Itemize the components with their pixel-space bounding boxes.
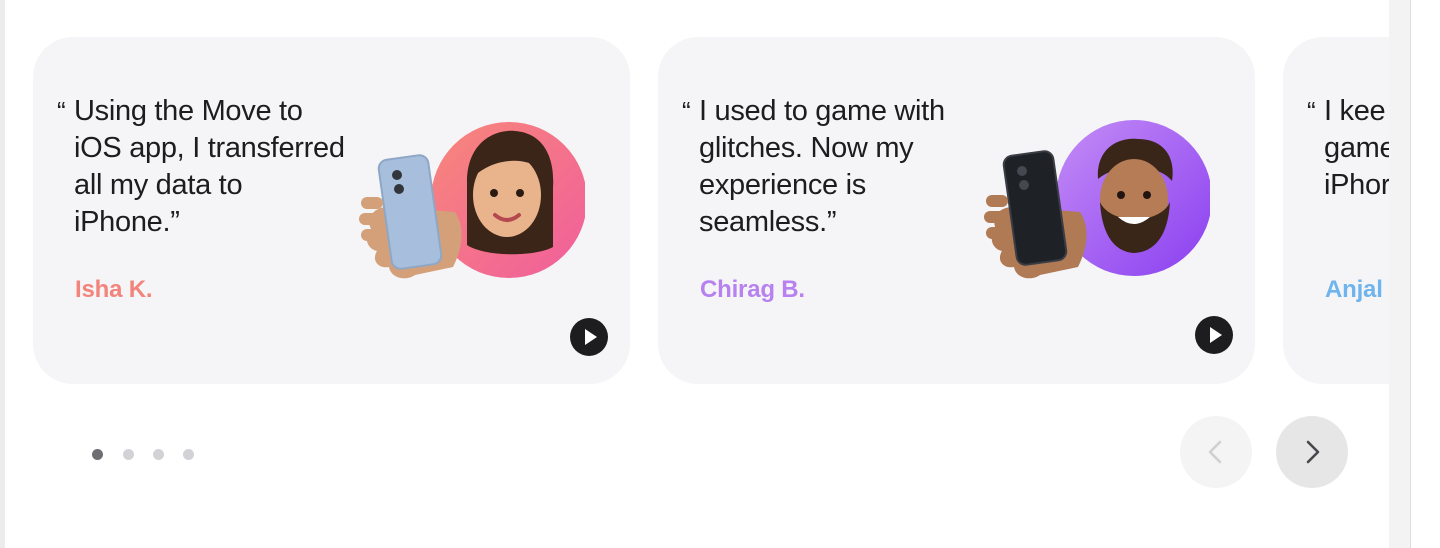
memoji-avatar-with-iphone <box>359 122 585 279</box>
memoji-avatar-with-iphone <box>984 120 1210 279</box>
testimonial-author: Chirag B. <box>700 276 805 303</box>
pagination-dot[interactable] <box>123 449 134 460</box>
pagination-dot[interactable] <box>153 449 164 460</box>
scrollbar-gutter <box>1389 0 1411 548</box>
quote-mark: “ <box>1307 96 1316 126</box>
play-video-button[interactable] <box>1195 316 1233 354</box>
testimonial-carousel: “ Using the Move to iOS app, I transferr… <box>5 0 1389 548</box>
window-border <box>1410 0 1411 548</box>
testimonial-quote-text: Using the Move to iOS app, I transferred… <box>74 95 345 238</box>
chevron-left-icon <box>1208 440 1222 464</box>
play-video-button[interactable] <box>570 318 608 356</box>
testimonial-quote-text: I kee game iPhor <box>1324 95 1389 201</box>
testimonial-author: Anjal <box>1325 276 1383 303</box>
testimonial-card[interactable]: “ Using the Move to iOS app, I transferr… <box>33 37 630 384</box>
pagination-dot[interactable] <box>183 449 194 460</box>
testimonial-author: Isha K. <box>75 276 153 303</box>
chevron-right-icon <box>1306 440 1320 464</box>
testimonial-quote: “ I used to game with glitches. Now my e… <box>682 93 972 241</box>
pagination-dot-active[interactable] <box>92 449 103 460</box>
quote-mark: “ <box>57 96 66 126</box>
testimonial-quote: “ I kee game iPhor <box>1307 93 1389 204</box>
testimonial-card[interactable]: “ I used to game with glitches. Now my e… <box>658 37 1255 384</box>
quote-mark: “ <box>682 96 691 126</box>
testimonial-quote-text: I used to game with glitches. Now my exp… <box>699 95 945 238</box>
testimonial-card[interactable]: “ I kee game iPhor Anjal <box>1283 37 1389 384</box>
previous-button[interactable] <box>1180 416 1252 488</box>
testimonial-quote: “ Using the Move to iOS app, I transferr… <box>57 93 347 241</box>
next-button[interactable] <box>1276 416 1348 488</box>
